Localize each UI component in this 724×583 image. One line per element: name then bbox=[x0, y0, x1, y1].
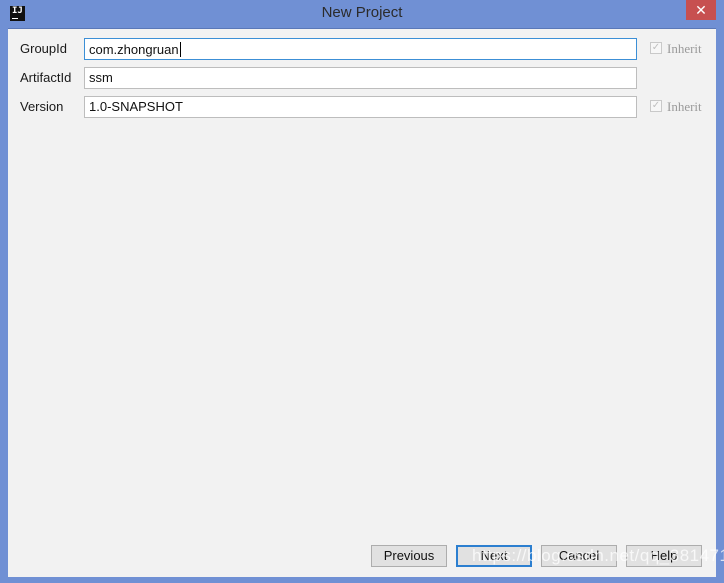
dialog-content: GroupId com.zhongruan ✓ Inherit Artifact… bbox=[8, 28, 716, 577]
checkmark-icon: ✓ bbox=[650, 100, 662, 112]
inherit-label: Inherit bbox=[667, 99, 702, 114]
version-row: Version 1.0-SNAPSHOT ✓ Inherit bbox=[8, 96, 716, 118]
version-input[interactable]: 1.0-SNAPSHOT bbox=[84, 96, 637, 118]
help-button[interactable]: Help bbox=[626, 545, 702, 567]
artifactid-value: ssm bbox=[89, 70, 113, 85]
artifactid-input[interactable]: ssm bbox=[84, 67, 637, 89]
groupid-label: GroupId bbox=[20, 41, 67, 56]
groupid-row: GroupId com.zhongruan ✓ Inherit bbox=[8, 38, 716, 60]
new-project-dialog: IJ New Project ✕ GroupId com.zhongruan ✓… bbox=[0, 0, 724, 583]
groupid-input[interactable]: com.zhongruan bbox=[84, 38, 637, 60]
close-icon: ✕ bbox=[695, 2, 707, 18]
inherit-label: Inherit bbox=[667, 41, 702, 56]
checkmark-icon: ✓ bbox=[650, 42, 662, 54]
close-button[interactable]: ✕ bbox=[686, 0, 716, 20]
title-bar[interactable]: IJ New Project ✕ bbox=[0, 0, 724, 28]
cancel-button[interactable]: Cancel bbox=[541, 545, 617, 567]
text-caret bbox=[179, 42, 181, 57]
window-title: New Project bbox=[321, 4, 403, 21]
artifactid-row: ArtifactId ssm bbox=[8, 67, 716, 89]
groupid-value: com.zhongruan bbox=[89, 42, 179, 57]
artifactid-label: ArtifactId bbox=[20, 70, 72, 85]
version-label: Version bbox=[20, 99, 64, 114]
previous-button[interactable]: Previous bbox=[371, 545, 447, 567]
next-button[interactable]: Next bbox=[456, 545, 532, 567]
version-value: 1.0-SNAPSHOT bbox=[89, 99, 183, 114]
